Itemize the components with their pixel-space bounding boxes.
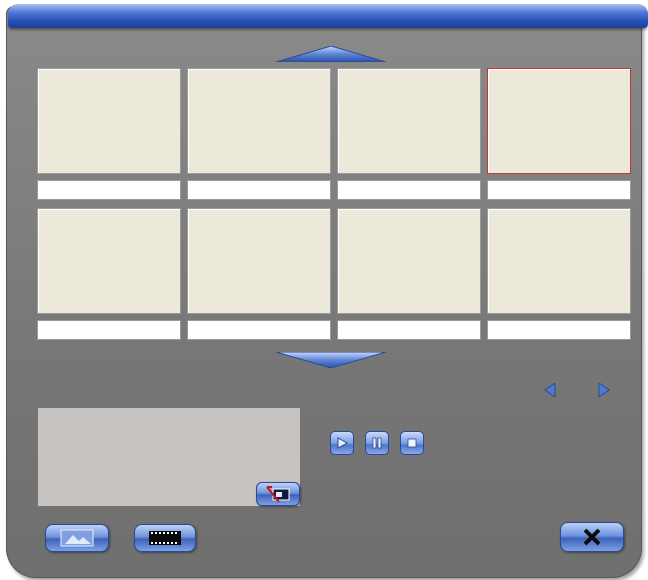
title-bar[interactable]: [8, 4, 648, 28]
thumbnail-image[interactable]: [487, 208, 631, 314]
thumbnail-caption[interactable]: [337, 180, 481, 200]
pause-button[interactable]: [365, 431, 389, 455]
thumbnail-caption[interactable]: [37, 180, 181, 200]
scroll-up-icon[interactable]: [276, 46, 386, 62]
thumbnail-image[interactable]: [187, 68, 331, 174]
pause-icon: [372, 437, 382, 449]
remove-photo-icon: [266, 486, 290, 503]
arrow-right-icon[interactable]: [598, 383, 610, 397]
video-mode-button[interactable]: [134, 524, 196, 552]
thumbnail-caption[interactable]: [187, 320, 331, 340]
thumbnail-image[interactable]: [337, 208, 481, 314]
thumbnail-image[interactable]: [37, 68, 181, 174]
thumbnail-caption[interactable]: [37, 320, 181, 340]
film-icon: [149, 531, 181, 545]
thumbnail-image[interactable]: [187, 208, 331, 314]
play-icon: [337, 437, 349, 449]
thumbnail-caption[interactable]: [487, 320, 631, 340]
close-button[interactable]: [560, 522, 624, 552]
photo-mode-button[interactable]: [45, 524, 109, 552]
arrow-left-icon[interactable]: [544, 383, 556, 397]
close-icon: [583, 528, 601, 546]
thumbnail-image[interactable]: [37, 208, 181, 314]
scroll-down-icon[interactable]: [276, 352, 386, 368]
stop-button[interactable]: [400, 431, 424, 455]
thumbnail-caption[interactable]: [187, 180, 331, 200]
thumbnail-image[interactable]: [487, 68, 631, 174]
photo-icon: [60, 529, 94, 547]
thumbnail-image[interactable]: [337, 68, 481, 174]
remove-photo-button[interactable]: [256, 482, 300, 506]
stop-icon: [407, 438, 417, 448]
thumbnail-caption[interactable]: [487, 180, 631, 200]
thumbnail-caption[interactable]: [337, 320, 481, 340]
play-button[interactable]: [330, 431, 354, 455]
